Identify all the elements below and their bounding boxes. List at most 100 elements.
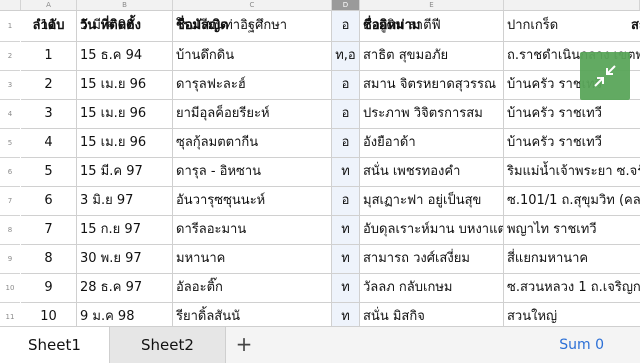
table-cell[interactable]: ท <box>332 303 360 326</box>
table-cell[interactable]: 15 เม.ย 96 <box>77 129 173 157</box>
table-cell[interactable]: ท,อ <box>332 42 360 70</box>
table-cell[interactable]: ท <box>332 274 360 302</box>
table-cell[interactable]: รียาดิ้ลสันนั <box>173 303 332 326</box>
row-header[interactable]: 7 <box>0 187 20 216</box>
table-cell[interactable]: 7 <box>21 216 77 244</box>
table-cell[interactable]: สมาน จิตรหยาดสุวรรณ <box>360 71 504 99</box>
table-cell[interactable]: 9 ม.ค 98 <box>77 303 173 326</box>
add-sheet-button[interactable]: + <box>226 327 262 363</box>
table-cell[interactable]: อับดุลเราะห์มาน บหงาแต <box>360 216 504 244</box>
table-row[interactable]: 2 15 เม.ย 96 ดารุลฟะละฮ์อสมาน จิตรหยาดสุวร… <box>21 71 640 100</box>
table-cell[interactable]: บ้านครัว ราชเทวี <box>504 100 640 128</box>
row-header[interactable]: 9 <box>0 245 20 274</box>
table-cell[interactable]: 2 <box>21 71 77 99</box>
table-row[interactable]: 5 15 มี.ค 97 ดารุล - อิหซานทสนั่น เพชรทองค… <box>21 158 640 187</box>
table-cell[interactable]: 15 ก.ย 97 <box>77 216 173 244</box>
table-cell[interactable]: ท <box>332 158 360 186</box>
table-cell[interactable]: ประภาพ วิจิตรการสม <box>360 100 504 128</box>
tab-sheet2[interactable]: Sheet2 <box>110 327 226 363</box>
table-cell[interactable]: อังยือาด้า <box>360 129 504 157</box>
column-header-c[interactable]: C <box>173 0 332 10</box>
table-cell[interactable]: ดารุลฟะละฮ์ <box>173 71 332 99</box>
table-cell[interactable]: ดารุล - อิหซาน <box>173 158 332 186</box>
table-row[interactable]: 9 28 ธ.ค 97 อัลอะติ๊กทวัลลภ กลับเกษม ซ.สวนห… <box>21 274 640 303</box>
table-cell[interactable]: ริมแม่น้ำเจ้าพระยา ซ.จรั <box>504 158 640 186</box>
table-cell[interactable]: อ <box>332 100 360 128</box>
table-cell[interactable]: 1 <box>21 42 77 70</box>
column-header-b[interactable]: B <box>77 0 173 10</box>
corner-cell[interactable] <box>0 0 21 10</box>
table-cell[interactable]: ตายูดิน ลาตีฟี <box>360 11 504 41</box>
table-cell[interactable]: สาธิต สุขมอภัย <box>360 42 504 70</box>
table-cell[interactable]: 3 มิ.ย 97 <box>77 187 173 215</box>
column-header-bar: A B C D E <box>0 0 640 11</box>
table-row[interactable]: 4 15 เม.ย 96 ซุลกุ้ลมตตากีนออังยือาด้า บ้าน… <box>21 129 640 158</box>
table-cell[interactable]: ยามีอุลค็อยรียะห์ <box>173 100 332 128</box>
table-cell[interactable]: อ <box>332 187 360 215</box>
table-cell[interactable]: พญาไท ราชเทวี <box>504 216 640 244</box>
table-row[interactable]: 10 9 ม.ค 98 รียาดิ้ลสันนัทสนั่น มิสกิจ สวนใ… <box>21 303 640 326</box>
table-cell[interactable]: 4 <box>21 129 77 157</box>
row-header[interactable]: 6 <box>0 158 20 187</box>
column-header-d[interactable]: D <box>332 0 360 10</box>
table-cell[interactable]: สามารถ วงศ์เสงี่ยม <box>360 245 504 273</box>
table-cell[interactable]: อ <box>332 129 360 157</box>
spreadsheet-grid[interactable]: A B C D E 1 2 3 4 5 6 7 8 9 10 11 12 ลำด… <box>0 0 640 326</box>
table-cell[interactable]: อันวารุซซุนนะห์ <box>173 187 332 215</box>
table-cell[interactable]: วัลลภ กลับเกษม <box>360 274 504 302</box>
table-cell[interactable]: โรงเรียนท่าอิฐศึกษา <box>173 11 332 41</box>
row-header[interactable]: 8 <box>0 216 20 245</box>
row-header[interactable]: 4 <box>0 100 20 129</box>
table-cell[interactable]: 5 <box>21 158 77 186</box>
row-header[interactable]: 3 <box>0 71 20 100</box>
row-header[interactable]: 5 <box>0 129 20 158</box>
table-cell[interactable]: ซ.101/1 ถ.สุขุมวิท (คลอ <box>504 187 640 215</box>
table-cell[interactable]: อ <box>332 71 360 99</box>
table-cell[interactable]: 9 <box>21 274 77 302</box>
table-row[interactable]: 1 15 ธ.ค 94 บ้านดึกดิน ท,อ สาธิต สุขมอภัย ถ.ร… <box>21 42 640 71</box>
table-cell[interactable]: อ <box>332 11 360 41</box>
table-cell[interactable]: 15 มี.ค 97 <box>77 158 173 186</box>
sum-status[interactable]: Sum 0 <box>559 327 604 363</box>
table-cell[interactable]: สนั่น เพชรทองคำ <box>360 158 504 186</box>
table-cell[interactable]: 10 <box>21 303 77 326</box>
column-header-a[interactable]: A <box>21 0 77 10</box>
table-row[interactable]: 63 มิ.ย 97 อันวารุซซุนนะห์อมุสเฏาะฟา อยู่… <box>21 187 640 216</box>
table-cell[interactable]: 15 เม.ย 96 <box>77 100 173 128</box>
column-header-f[interactable] <box>504 0 640 10</box>
table-cell[interactable]: 28 ธ.ค 97 <box>77 274 173 302</box>
table-cell[interactable]: 8 <box>21 245 77 273</box>
table-cell[interactable]: สวนใหญ่ <box>504 303 640 326</box>
row-header[interactable]: 10 <box>0 274 20 303</box>
table-cell[interactable]: มุสเฏาะฟา อยู่เป็นสุข <box>360 187 504 215</box>
table-cell[interactable]: ซ.สวนหลวง 1 ถ.เจริญกร <box>504 274 640 302</box>
table-cell[interactable]: อัลอะติ๊ก <box>173 274 332 302</box>
table-cell[interactable]: 6 <box>21 187 77 215</box>
table-cell[interactable]: 15 เม.ย 96 <box>77 71 173 99</box>
table-cell[interactable]: ดารีลอะมาน <box>173 216 332 244</box>
table-cell[interactable]: ซุลกุ้ลมตตากีน <box>173 129 332 157</box>
tab-sheet1[interactable]: Sheet1 <box>0 327 110 363</box>
table-cell[interactable]: มหานาค <box>173 245 332 273</box>
table-cell[interactable]: 15 ธ.ค 94 <box>77 42 173 70</box>
table-cell[interactable]: 5 มี.ค 98 <box>77 11 173 41</box>
table-cell[interactable]: บ้านดึกดิน <box>173 42 332 70</box>
table-cell[interactable]: ท <box>332 245 360 273</box>
table-row[interactable]: 11 5 มี.ค 98 โรงเรียนท่าอิฐศึกษาอตายูดิน ล… <box>21 11 640 42</box>
table-row[interactable]: 7 15 ก.ย 97 ดารีลอะมานทอับดุลเราะห์มาน บหง… <box>21 216 640 245</box>
table-cell[interactable]: บ้านครัว ราชเทวี <box>504 129 640 157</box>
row-header[interactable]: 1 <box>0 11 20 42</box>
table-cell[interactable]: 30 พ.ย 97 <box>77 245 173 273</box>
table-cell[interactable]: 3 <box>21 100 77 128</box>
row-header[interactable]: 2 <box>0 42 20 71</box>
fullscreen-toggle-button[interactable] <box>580 52 630 100</box>
table-cell[interactable]: ท <box>332 216 360 244</box>
table-row[interactable]: 3 15 เม.ย 96 ยามีอุลค็อยรียะห์อประภาพ วิจิ… <box>21 100 640 129</box>
table-cell[interactable]: 11 <box>21 11 77 41</box>
row-header[interactable]: 11 <box>0 303 20 326</box>
column-header-e[interactable]: E <box>360 0 504 10</box>
table-cell[interactable]: ปากเกร็ด <box>504 11 640 41</box>
table-cell[interactable]: สี่แยกมหานาค <box>504 245 640 273</box>
table-row[interactable]: 8 30 พ.ย 97 มหานาคทสามารถ วงศ์เสงี่ยม สี่แย… <box>21 245 640 274</box>
table-cell[interactable]: สนั่น มิสกิจ <box>360 303 504 326</box>
